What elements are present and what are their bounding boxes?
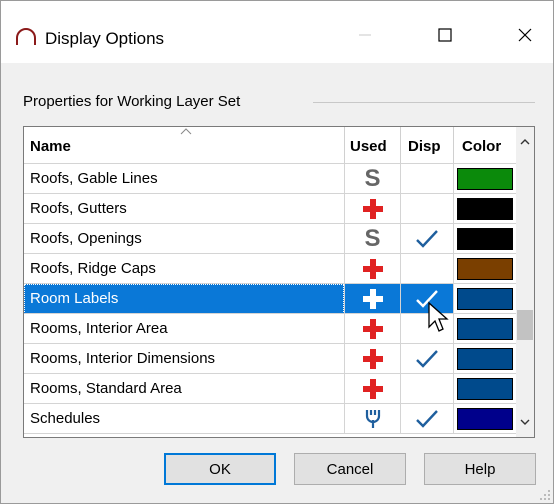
color-swatch[interactable] xyxy=(457,228,513,250)
table-row[interactable]: Schedules xyxy=(24,404,516,434)
mouse-cursor-icon xyxy=(428,301,449,332)
scroll-thumb[interactable] xyxy=(517,310,533,340)
disp-cell[interactable] xyxy=(401,374,453,404)
vertical-scrollbar[interactable] xyxy=(516,127,534,437)
arch-icon xyxy=(16,28,36,45)
checkmark-icon xyxy=(416,350,438,368)
used-cell[interactable] xyxy=(345,194,400,224)
maximize-icon xyxy=(438,28,452,42)
layer-name: Rooms, Interior Dimensions xyxy=(30,350,216,367)
color-swatch[interactable] xyxy=(457,288,513,310)
header-divider xyxy=(453,127,454,163)
color-cell[interactable] xyxy=(454,404,516,434)
disp-cell[interactable] xyxy=(401,164,453,194)
color-cell[interactable] xyxy=(454,284,516,314)
group-divider xyxy=(313,102,535,103)
used-cell[interactable]: S xyxy=(345,164,400,194)
close-button[interactable] xyxy=(499,15,551,55)
column-header-color[interactable]: Color xyxy=(462,127,516,163)
used-cell[interactable] xyxy=(345,374,400,404)
color-swatch[interactable] xyxy=(457,348,513,370)
red-plus-icon xyxy=(362,379,383,399)
color-cell[interactable] xyxy=(454,314,516,344)
ok-button[interactable]: OK xyxy=(164,453,276,485)
window-title: Display Options xyxy=(45,29,165,48)
table-row[interactable]: Rooms, Standard Area xyxy=(24,374,516,404)
chevron-up-icon xyxy=(520,139,530,145)
table-row[interactable]: Roofs, Ridge Caps xyxy=(24,254,516,284)
checkmark-icon xyxy=(416,410,438,428)
layer-name: Schedules xyxy=(30,410,101,427)
color-cell[interactable] xyxy=(454,194,516,224)
used-cell[interactable] xyxy=(345,284,400,314)
column-header-name[interactable]: Name xyxy=(30,127,340,163)
properties-label: Properties for Working Layer Set xyxy=(23,93,241,110)
title-bar: Display Options xyxy=(1,1,553,63)
column-header-used[interactable]: Used xyxy=(350,127,400,163)
used-cell[interactable] xyxy=(345,344,400,374)
scroll-down-button[interactable] xyxy=(516,407,534,437)
layer-name: Room Labels xyxy=(30,290,119,307)
color-swatch[interactable] xyxy=(457,408,513,430)
color-swatch[interactable] xyxy=(457,378,513,400)
layer-name: Roofs, Openings xyxy=(30,230,142,247)
display-options-dialog: Display Options Properties for Working L… xyxy=(0,0,554,504)
layer-name: Roofs, Ridge Caps xyxy=(30,260,156,277)
header-divider xyxy=(400,127,401,163)
used-cell[interactable] xyxy=(345,404,400,434)
help-button[interactable]: Help xyxy=(424,453,536,485)
table-row[interactable]: Roofs, Gutters xyxy=(24,194,516,224)
used-cell[interactable]: S xyxy=(345,224,400,254)
color-cell[interactable] xyxy=(454,344,516,374)
disp-cell[interactable] xyxy=(401,404,453,434)
layer-name: Roofs, Gutters xyxy=(30,200,127,217)
disp-cell[interactable] xyxy=(401,254,453,284)
red-plus-icon xyxy=(362,199,383,219)
red-plus-icon xyxy=(362,259,383,279)
layer-name: Roofs, Gable Lines xyxy=(30,170,158,187)
color-cell[interactable] xyxy=(454,254,516,284)
color-swatch[interactable] xyxy=(457,258,513,280)
color-swatch[interactable] xyxy=(457,168,513,190)
disp-cell[interactable] xyxy=(401,224,453,254)
minimize-icon xyxy=(359,34,371,36)
cancel-button[interactable]: Cancel xyxy=(294,453,406,485)
table-row[interactable]: Roofs, Gable Lines S xyxy=(24,164,516,194)
s-icon: S xyxy=(364,165,381,192)
red-plus-icon xyxy=(362,349,383,369)
scroll-up-button[interactable] xyxy=(516,127,534,157)
color-cell[interactable] xyxy=(454,374,516,404)
layer-name: Rooms, Interior Area xyxy=(30,320,168,337)
red-plus-icon xyxy=(362,289,383,309)
table-header: Name Used Disp Color xyxy=(24,127,516,164)
s-icon: S xyxy=(364,225,381,252)
minimize-button[interactable] xyxy=(339,15,391,55)
layer-table: Name Used Disp Color Roofs, Gable Lines S… xyxy=(23,126,535,438)
used-cell[interactable] xyxy=(345,254,400,284)
close-icon xyxy=(518,28,532,42)
chevron-down-icon xyxy=(520,419,530,425)
red-plus-icon xyxy=(362,319,383,339)
color-swatch[interactable] xyxy=(457,198,513,220)
column-header-disp[interactable]: Disp xyxy=(408,127,454,163)
color-cell[interactable] xyxy=(454,224,516,254)
disp-cell[interactable] xyxy=(401,344,453,374)
checkmark-icon xyxy=(416,230,438,248)
used-cell[interactable] xyxy=(345,314,400,344)
header-divider xyxy=(344,127,345,163)
wrench-icon xyxy=(365,410,380,428)
color-swatch[interactable] xyxy=(457,318,513,340)
layer-name: Rooms, Standard Area xyxy=(30,380,182,397)
disp-cell[interactable] xyxy=(401,194,453,224)
color-cell[interactable] xyxy=(454,164,516,194)
table-row[interactable]: Roofs, Openings S xyxy=(24,224,516,254)
table-row[interactable]: Rooms, Interior Dimensions xyxy=(24,344,516,374)
maximize-button[interactable] xyxy=(419,15,471,55)
resize-grip-icon[interactable] xyxy=(539,489,551,501)
